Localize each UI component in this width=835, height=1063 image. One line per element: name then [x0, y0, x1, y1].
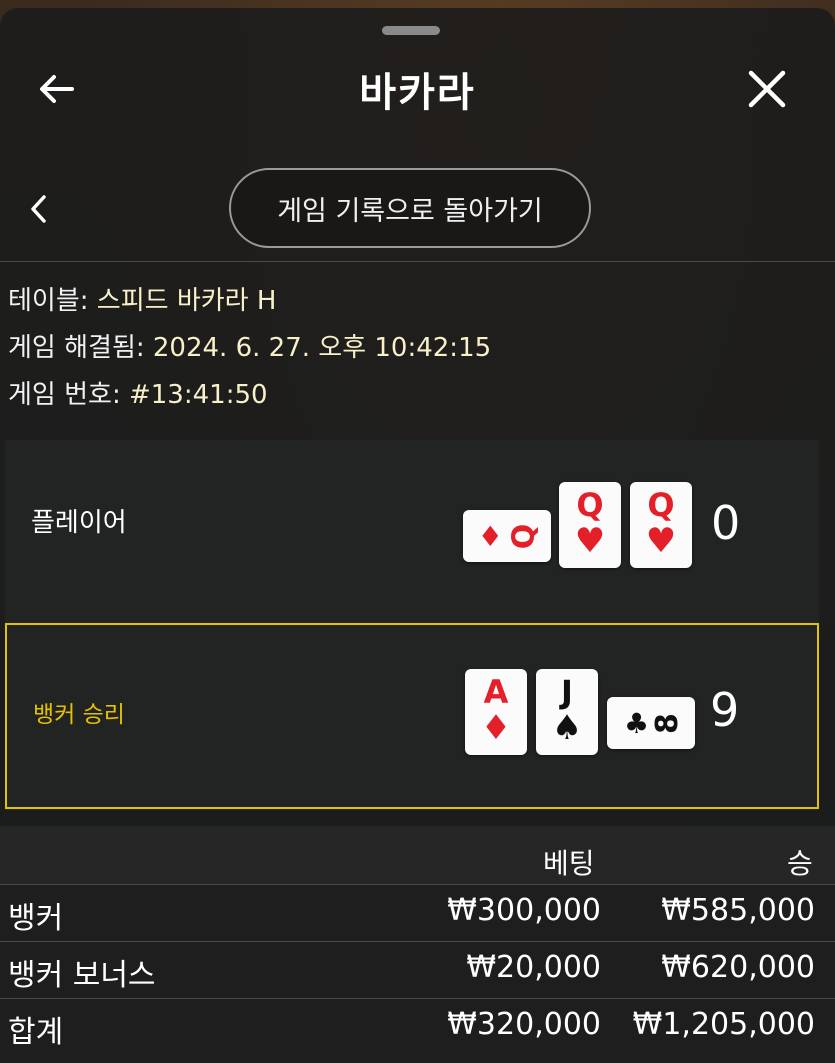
game-number-label: 게임 번호:: [8, 380, 121, 410]
game-number-value: #13:41:50: [128, 380, 268, 410]
playing-card: Q ♥: [630, 482, 692, 568]
playing-card: ♦ Q: [463, 510, 551, 562]
card-suit: ♠: [551, 708, 583, 748]
page-title: 바카라: [359, 70, 476, 116]
total-bet: ₩320,000: [447, 1007, 601, 1042]
bet-amount: ₩20,000: [466, 950, 601, 985]
table-row: 뱅커 ₩300,000 ₩585,000: [0, 884, 835, 941]
sheet-grabber[interactable]: [382, 26, 440, 35]
card-rank: Q: [647, 486, 675, 524]
resolved-value: 2024. 6. 27. 오후 10:42:15: [152, 333, 492, 363]
table-value: 스피드 바카라 H: [96, 286, 277, 316]
bet-column-header: 베팅: [543, 847, 595, 880]
player-score: 0: [711, 496, 741, 550]
card-suit: ♥: [645, 521, 677, 561]
card-rank: Q: [576, 486, 604, 524]
total-name: 합계: [8, 1015, 64, 1050]
player-label: 플레이어: [31, 508, 127, 538]
playing-card: Q ♥: [559, 482, 621, 568]
bets-table-header: 베팅 승: [0, 826, 835, 892]
resolved-label: 게임 해결됨:: [8, 333, 145, 363]
bet-amount: ₩300,000: [447, 893, 601, 928]
close-icon[interactable]: [746, 68, 788, 110]
card-suit: ♦: [477, 519, 503, 553]
card-rank: Q: [506, 523, 542, 549]
resolved-info: 게임 해결됨: 2024. 6. 27. 오후 10:42:15: [8, 327, 491, 364]
return-to-history-button[interactable]: 게임 기록으로 돌아가기: [229, 168, 591, 248]
banker-score: 9: [710, 683, 740, 737]
header-divider: [0, 261, 835, 262]
game-number-info: 게임 번호: #13:41:50: [8, 374, 268, 411]
banker-row: 뱅커 승리 A ♦ J ♠ ♣ 8 9: [5, 623, 819, 809]
win-amount: ₩585,000: [661, 893, 815, 928]
table-row: 뱅커 보너스 ₩20,000 ₩620,000: [0, 941, 835, 998]
total-row: 합계 ₩320,000 ₩1,205,000: [0, 998, 835, 1063]
win-amount: ₩620,000: [661, 950, 815, 985]
history-sheet: 바카라 게임 기록으로 돌아가기 테이블: 스피드 바카라 H 게임 해결됨: …: [0, 8, 835, 1063]
banker-win-label: 뱅커 승리: [33, 702, 125, 728]
card-rank: A: [483, 673, 509, 711]
card-suit: ♦: [480, 708, 512, 748]
playing-card: A ♦: [465, 669, 527, 755]
card-rank: J: [561, 673, 573, 711]
card-suit: ♣: [624, 706, 650, 740]
win-column-header: 승: [787, 847, 813, 880]
chevron-left-icon[interactable]: [28, 191, 50, 227]
playing-card: ♣ 8: [607, 697, 695, 749]
playing-card: J ♠: [536, 669, 598, 755]
bet-name: 뱅커: [8, 901, 64, 936]
result-panel: 플레이어 ♦ Q Q ♥ Q ♥ 0 뱅커 승리 A ♦ J ♠ ♣ 8 9: [5, 440, 819, 810]
total-win: ₩1,205,000: [632, 1007, 815, 1042]
card-suit: ♥: [574, 521, 606, 561]
table-info: 테이블: 스피드 바카라 H: [8, 280, 276, 317]
player-row: 플레이어 ♦ Q Q ♥ Q ♥ 0: [5, 440, 819, 620]
card-rank: 8: [650, 712, 686, 734]
bet-name: 뱅커 보너스: [8, 958, 156, 993]
table-label: 테이블:: [8, 286, 89, 316]
